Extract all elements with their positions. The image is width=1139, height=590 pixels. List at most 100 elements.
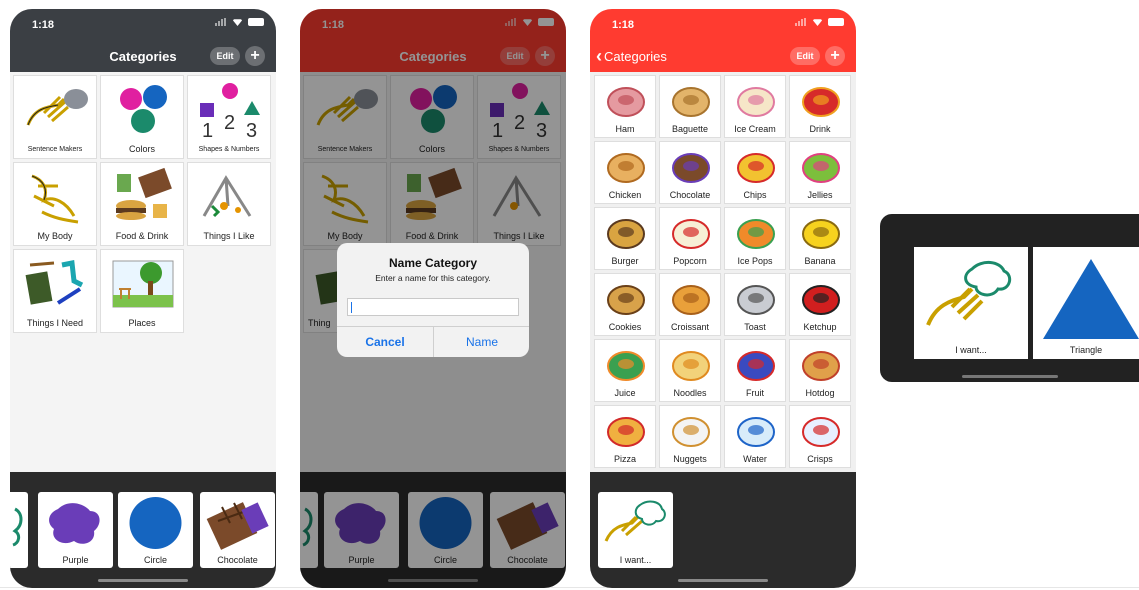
- food-tile-burger[interactable]: Burger: [594, 207, 656, 270]
- strip-card-label: I want...: [619, 555, 652, 565]
- food-label: Crisps: [807, 454, 833, 464]
- food-tile-nuggets[interactable]: Nuggets: [659, 405, 721, 468]
- category-label: Colors: [128, 144, 155, 154]
- sentence-card-i-want[interactable]: I want...: [914, 247, 1028, 359]
- nuggets-icon: [672, 417, 710, 447]
- food-label: Ice Cream: [734, 124, 776, 134]
- croissant-icon: [672, 285, 710, 315]
- ketchup-icon: [802, 285, 840, 315]
- phone-screen-categories: 1:18 Categories Edit + Sentence Makers C…: [10, 9, 276, 588]
- category-tile-things-i-need[interactable]: Things I Need: [13, 249, 97, 333]
- sentence-card-triangle[interactable]: Triangle: [1033, 247, 1139, 359]
- supplies-icon: [25, 260, 84, 305]
- partial-card-icon: [12, 507, 23, 547]
- food-label: Chocolate: [669, 190, 711, 200]
- sentence-card-label: Triangle: [1069, 345, 1103, 355]
- crisps-icon: [802, 417, 840, 447]
- food-tile-ham[interactable]: Ham: [594, 75, 656, 138]
- strip-card-label: Circle: [143, 555, 167, 565]
- food-label: Popcorn: [673, 256, 707, 266]
- noodles-icon: [672, 351, 710, 381]
- signal-icon: [795, 18, 807, 26]
- add-item-button[interactable]: +: [825, 46, 845, 66]
- category-name-input[interactable]: [347, 298, 519, 316]
- category-tile-things-i-like[interactable]: Things I Like: [187, 162, 271, 246]
- food-tile-ice-cream[interactable]: Ice Cream: [724, 75, 786, 138]
- dialog-message: Enter a name for this category.: [375, 273, 491, 283]
- home-indicator[interactable]: [98, 579, 188, 582]
- strip-card-label: Chocolate: [217, 555, 258, 565]
- edit-button[interactable]: Edit: [790, 47, 820, 65]
- back-button[interactable]: ‹ Categories: [596, 46, 667, 66]
- food-tile-water[interactable]: Water: [724, 405, 786, 468]
- category-tile-my-body[interactable]: My Body: [13, 162, 97, 246]
- food-tile-chocolate[interactable]: Chocolate: [659, 141, 721, 204]
- food-tile-hotdog[interactable]: Hotdog: [789, 339, 851, 402]
- food-tile-jellies[interactable]: Jellies: [789, 141, 851, 204]
- name-category-dialog: Name Category Enter a name for this cate…: [337, 243, 529, 357]
- food-tile-pizza[interactable]: Pizza: [594, 405, 656, 468]
- text-caret: [351, 302, 352, 313]
- category-tile-sentence-makers[interactable]: Sentence Makers: [13, 75, 97, 159]
- home-indicator[interactable]: [961, 375, 1058, 378]
- chevron-left-icon: ‹: [596, 46, 602, 66]
- purple-splat-icon: [49, 503, 100, 544]
- name-button[interactable]: Name: [434, 327, 529, 357]
- category-tile-food-drink[interactable]: Food & Drink: [100, 162, 184, 246]
- cancel-button[interactable]: Cancel: [337, 327, 433, 357]
- food-tile-cookies[interactable]: Cookies: [594, 273, 656, 336]
- fruit-bowl-icon: [737, 351, 775, 381]
- battery-icon: [248, 18, 264, 26]
- food-tile-baguette[interactable]: Baguette: [659, 75, 721, 138]
- food-tile-crisps[interactable]: Crisps: [789, 405, 851, 468]
- hand-speech-icon: [604, 500, 666, 542]
- category-label: Places: [128, 318, 156, 328]
- park-icon: [112, 260, 174, 308]
- wifi-icon: [232, 19, 243, 26]
- food-tile-ice-pops[interactable]: Ice Pops: [724, 207, 786, 270]
- category-label: My Body: [37, 231, 73, 241]
- food-tile-fruit[interactable]: Fruit: [724, 339, 786, 402]
- strip-card-i-want[interactable]: I want...: [598, 492, 673, 568]
- food-tile-banana[interactable]: Banana: [789, 207, 851, 270]
- food-tile-ketchup[interactable]: Ketchup: [789, 273, 851, 336]
- wifi-icon: [812, 19, 823, 26]
- hand-speech-icon: [926, 261, 1012, 326]
- strip-card-label: Purple: [62, 555, 89, 565]
- food-tile-chicken[interactable]: Chicken: [594, 141, 656, 204]
- food-tile-croissant[interactable]: Croissant: [659, 273, 721, 336]
- banana-icon: [802, 219, 840, 249]
- strip-card-chocolate[interactable]: Chocolate: [200, 492, 275, 568]
- hand-speech-icon: [26, 89, 88, 126]
- category-tile-places[interactable]: Places: [100, 249, 184, 333]
- cookies-icon: [607, 285, 645, 315]
- food-label: Fruit: [746, 388, 764, 398]
- food-tile-drink[interactable]: Drink: [789, 75, 851, 138]
- food-label: Drink: [809, 124, 831, 134]
- food-tile-noodles[interactable]: Noodles: [659, 339, 721, 402]
- category-tile-shapes-numbers[interactable]: 123 Shapes & Numbers: [187, 75, 271, 159]
- dialog-title: Name Category: [388, 256, 478, 270]
- category-label: Sentence Makers: [27, 146, 83, 153]
- edit-button[interactable]: Edit: [210, 47, 240, 65]
- category-tile-colors[interactable]: Colors: [100, 75, 184, 159]
- burger-icon: [607, 219, 645, 249]
- category-grid: Sentence Makers Colors 123 Shapes & Numb…: [13, 75, 271, 333]
- food-label: Juice: [614, 388, 636, 398]
- food-tile-chips[interactable]: Chips: [724, 141, 786, 204]
- food-tile-popcorn[interactable]: Popcorn: [659, 207, 721, 270]
- home-indicator[interactable]: [678, 579, 768, 582]
- strip-card-circle[interactable]: Circle: [118, 492, 193, 568]
- food-label: Burger: [611, 256, 639, 266]
- food-label: Banana: [804, 256, 836, 266]
- add-category-button[interactable]: +: [245, 46, 265, 66]
- phone-screen-food-drink: 1:18 ‹ Categories Edit + Ham Baguette Ice …: [590, 9, 856, 588]
- food-tile-toast[interactable]: Toast: [724, 273, 786, 336]
- food-tile-juice[interactable]: Juice: [594, 339, 656, 402]
- strip-card-purple[interactable]: Purple: [38, 492, 113, 568]
- food-label: Pizza: [613, 454, 636, 464]
- food-label: Jellies: [807, 190, 833, 200]
- body-icon: [31, 174, 79, 224]
- food-label: Nuggets: [673, 454, 707, 464]
- strip-card-partial[interactable]: [10, 492, 28, 568]
